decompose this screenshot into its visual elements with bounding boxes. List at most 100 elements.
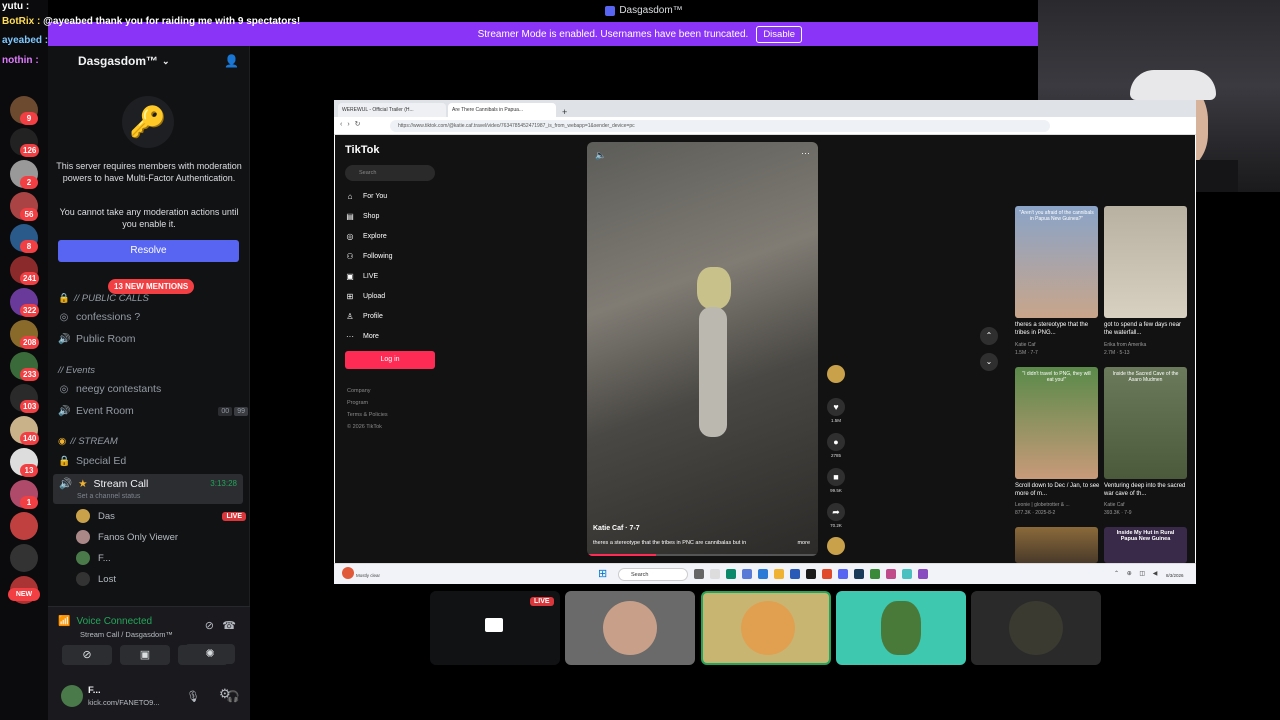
volume-icon[interactable]: 🔈	[595, 150, 606, 161]
voice-member[interactable]: F...	[76, 549, 111, 567]
start-icon[interactable]: ⊞	[598, 568, 610, 580]
app-icon[interactable]	[902, 569, 912, 579]
browser-tab-active[interactable]: Are There Cannibals in Papua...	[448, 103, 556, 117]
channel-public-room[interactable]: 🔊 Public Room	[58, 330, 136, 348]
tray-icons[interactable]: ⌃ ⊕ ◫ ◀	[1114, 570, 1160, 577]
chrome-icon[interactable]	[822, 569, 832, 579]
rec-author[interactable]: Katie Caf	[1015, 342, 1101, 348]
app-icon[interactable]	[870, 569, 880, 579]
taskview-icon[interactable]	[694, 569, 704, 579]
rec-author[interactable]: Erika from Amerika	[1104, 342, 1190, 348]
app-icon[interactable]	[918, 569, 928, 579]
app-icon[interactable]	[806, 569, 816, 579]
app-icon[interactable]	[710, 569, 720, 579]
folder-icon[interactable]	[774, 569, 784, 579]
nav-arrows-icon[interactable]: ‹›↻	[340, 120, 366, 128]
channel-confessions[interactable]: ◎ confessions ?	[58, 308, 141, 326]
rec-author[interactable]: Katie Caf	[1104, 502, 1190, 508]
nav-following[interactable]: ⚇ Following	[345, 249, 392, 263]
caption-more-link[interactable]: more	[797, 540, 810, 546]
rec-thumbnail[interactable]: "I didn't travel to PNG, they will eat y…	[1015, 367, 1098, 479]
rec-thumbnail[interactable]: Inside My Hut in Rural Papua New Guinea	[1104, 527, 1187, 563]
tiktok-logo[interactable]: TikTok	[345, 144, 379, 156]
share-action[interactable]: ➦ 70.2K	[823, 503, 849, 528]
rec-caption[interactable]: Scroll down to Dec / Jan, to see more of…	[1015, 482, 1101, 498]
new-tab-icon[interactable]: +	[558, 107, 571, 117]
rec-thumbnail[interactable]: Inside the Sacred Cave of the Asaro Mudm…	[1104, 367, 1187, 479]
rec-thumbnail[interactable]	[1015, 527, 1098, 563]
category-events[interactable]: // Events	[58, 365, 95, 376]
microphone-icon[interactable]: 🎙	[186, 690, 200, 703]
save-action[interactable]: ■ 99.5K	[823, 468, 849, 493]
weather-icon[interactable]	[342, 567, 354, 579]
rec-author[interactable]: Leonie | globetrotter & ...	[1015, 502, 1101, 508]
voice-member[interactable]: Lost	[76, 570, 116, 588]
nav-explore[interactable]: ◎ Explore	[345, 229, 387, 243]
discord-icon[interactable]	[838, 569, 848, 579]
voice-member[interactable]: Fanos Only Viewer	[76, 528, 178, 546]
more-options-icon[interactable]: ···	[801, 148, 810, 158]
disable-button[interactable]: Disable	[756, 25, 802, 43]
rec-thumbnail[interactable]	[1104, 206, 1187, 318]
voice-status[interactable]: 📶 Voice Connected	[58, 616, 152, 627]
taskbar-search[interactable]: Search	[618, 568, 688, 581]
camera-off-button[interactable]: ⊘	[62, 645, 112, 665]
app-icon[interactable]	[790, 569, 800, 579]
chevron-down-icon[interactable]: ⌄	[980, 353, 998, 371]
category-public-calls[interactable]: 🔒 // PUBLIC CALLS	[58, 293, 149, 304]
nav-more[interactable]: ··· More	[345, 329, 379, 343]
channel-status[interactable]: Set a channel status	[77, 493, 140, 500]
creator-avatar[interactable]	[823, 365, 849, 383]
stream-tile[interactable]: LIVE	[430, 591, 560, 665]
disconnect-icon[interactable]: ☎	[222, 619, 236, 632]
channel-stream-call[interactable]: 🔊 ★ Stream Call 3:13:28 Set a channel st…	[53, 474, 243, 504]
channel-special-ed[interactable]: 🔒 Special Ed	[58, 452, 126, 470]
rec-caption[interactable]: Venturing deep into the sacred war cave …	[1104, 482, 1190, 498]
progress-bar[interactable]	[587, 554, 818, 556]
browser-tab[interactable]: WEREWUL - Official Trailer (H...	[338, 103, 446, 117]
video-author[interactable]: Katie Caf · 7-7	[593, 525, 640, 532]
voice-member[interactable]: Das LIVE	[76, 507, 246, 525]
voice-location[interactable]: Stream Call / Dasgasdom™	[80, 630, 173, 639]
rec-thumbnail[interactable]: "Aren't you afraid of the cannibals in P…	[1015, 206, 1098, 318]
footer-link[interactable]: Company	[347, 388, 371, 394]
rec-caption[interactable]: theres a stereotype that the tribes in P…	[1015, 321, 1101, 337]
edge-icon[interactable]	[726, 569, 736, 579]
sound-disc[interactable]	[823, 537, 849, 555]
settings-gear-icon[interactable]: ⚙	[219, 686, 231, 702]
footer-link[interactable]: Terms & Policies	[347, 412, 388, 418]
resolve-button[interactable]: Resolve	[58, 240, 239, 262]
comment-action[interactable]: ● 2785	[823, 433, 849, 458]
server-icon[interactable]	[10, 544, 38, 572]
channel-neegy-contestants[interactable]: ◎ neegy contestants	[58, 380, 162, 398]
nav-live[interactable]: ▣ LIVE	[345, 269, 378, 283]
nav-shop[interactable]: ▤ Shop	[345, 209, 379, 223]
app-icon[interactable]	[742, 569, 752, 579]
screen-share-button[interactable]: ▣	[120, 645, 170, 665]
server-icon[interactable]	[10, 512, 38, 540]
steam-icon[interactable]	[854, 569, 864, 579]
server-header[interactable]: Dasgasdom™ ⌄	[48, 46, 250, 76]
noise-suppression-icon[interactable]: ⊘	[205, 619, 214, 632]
participant-tile[interactable]	[836, 591, 966, 665]
soundboard-button[interactable]: ✺	[185, 644, 235, 664]
rec-caption[interactable]: got to spend a few days near the waterfa…	[1104, 321, 1190, 337]
footer-link[interactable]: Program	[347, 400, 368, 406]
invite-people-icon[interactable]: 👤	[224, 54, 239, 68]
search-input[interactable]: Search	[345, 165, 435, 181]
category-stream[interactable]: ◉ // STREAM	[58, 436, 118, 447]
video-player[interactable]: 🔈 ··· Katie Caf · 7-7 theres a stereotyp…	[587, 142, 818, 556]
channel-event-room[interactable]: 🔊 Event Room 00 99	[58, 402, 248, 420]
app-icon[interactable]	[758, 569, 768, 579]
participant-tile[interactable]	[971, 591, 1101, 665]
participant-tile-speaking[interactable]	[701, 591, 831, 665]
login-button[interactable]: Log in	[345, 351, 435, 369]
nav-for-you[interactable]: ⌂ For You	[345, 189, 388, 203]
nav-profile[interactable]: ♙ Profile	[345, 309, 382, 323]
app-icon[interactable]	[886, 569, 896, 579]
nav-upload[interactable]: ⊞ Upload	[345, 289, 386, 303]
url-input[interactable]: https://www.tiktok.com/@katie.caf.travel…	[390, 120, 1050, 132]
user-avatar[interactable]	[61, 685, 83, 707]
participant-tile[interactable]	[565, 591, 695, 665]
new-mentions-pill[interactable]: 13 NEW MENTIONS	[108, 279, 195, 294]
